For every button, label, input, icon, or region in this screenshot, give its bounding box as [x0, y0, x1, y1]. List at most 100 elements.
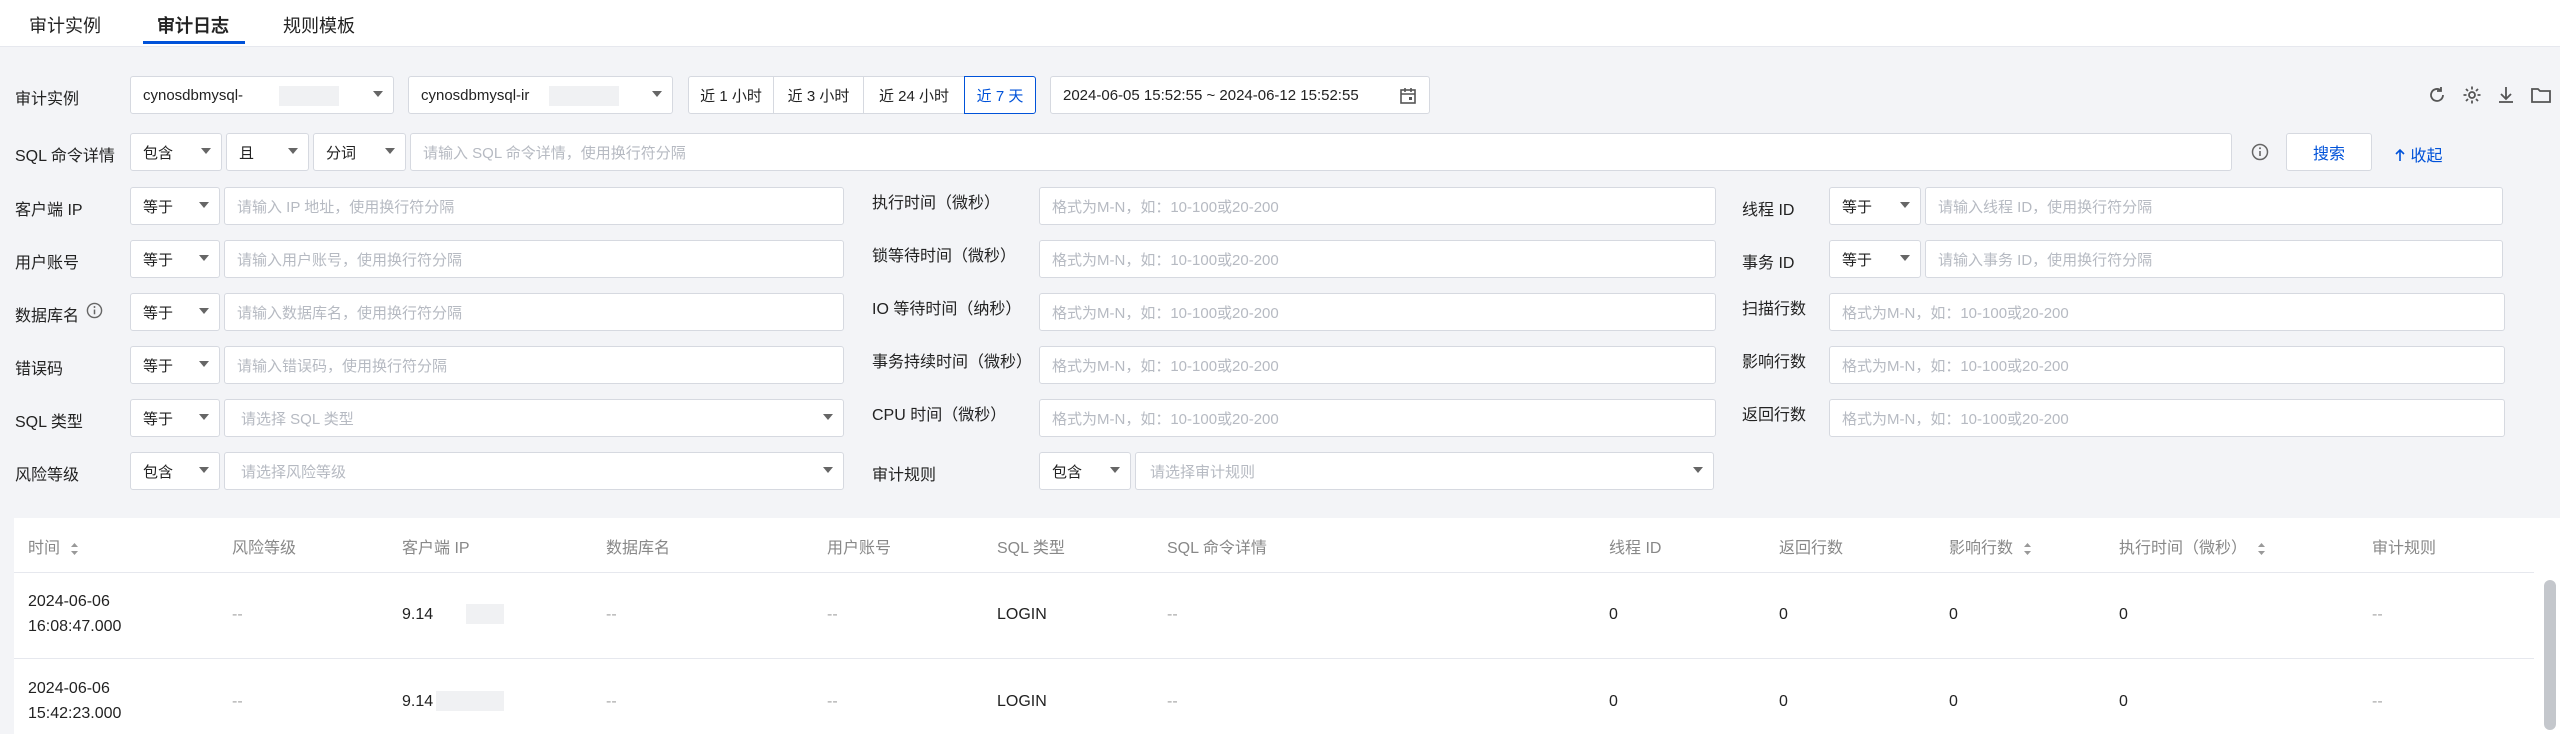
- chevron-down-icon: [385, 148, 395, 154]
- sql-type-select[interactable]: 请选择 SQL 类型: [224, 399, 844, 437]
- column-header-sql-type: SQL 类型: [997, 540, 1065, 557]
- cell-exec-time: 0: [2119, 693, 2128, 710]
- tab-audit-log[interactable]: 审计日志: [157, 12, 229, 38]
- chevron-down-icon: [199, 255, 209, 261]
- column-header-audit-rule: 审计规则: [2372, 540, 2437, 557]
- chevron-down-icon: [373, 91, 383, 97]
- placeholder: 请输入 IP 地址，使用换行符分隔: [237, 198, 455, 216]
- placeholder: 请输入事务 ID，使用换行符分隔: [1938, 251, 2153, 269]
- table-scrollbar[interactable]: [2544, 580, 2556, 730]
- client-ip-op-select[interactable]: 等于: [130, 187, 220, 225]
- tx-duration-input[interactable]: 格式为M-N，如：10-100或20-200: [1039, 346, 1716, 384]
- time-range-1h[interactable]: 近 1 小时: [688, 76, 774, 114]
- cell-ip: 9.14: [402, 606, 434, 623]
- info-icon[interactable]: [86, 302, 103, 319]
- time-range-3h[interactable]: 近 3 小时: [773, 76, 864, 114]
- cell-database: --: [606, 606, 617, 623]
- risk-level-select[interactable]: 请选择风险等级: [224, 452, 844, 490]
- database-name-input[interactable]: 请输入数据库名，使用换行符分隔: [224, 293, 844, 331]
- tab-rule-template[interactable]: 规则模板: [283, 12, 355, 38]
- instance-select-2[interactable]: cynosdbmysql-ir: [408, 76, 673, 114]
- chevron-down-icon: [199, 202, 209, 208]
- sql-op3-select[interactable]: 分词: [313, 133, 406, 171]
- op-value: 等于: [143, 251, 174, 269]
- placeholder: 格式为M-N，如：10-100或20-200: [1052, 357, 1279, 375]
- error-code-op-select[interactable]: 等于: [130, 346, 220, 384]
- sql-op2-select[interactable]: 且: [226, 133, 309, 171]
- cell-date: 2024-06-06: [28, 680, 110, 697]
- exec-time-input[interactable]: 格式为M-N，如：10-100或20-200: [1039, 187, 1716, 225]
- sort-icon[interactable]: [70, 542, 79, 556]
- risk-level-op-select[interactable]: 包含: [130, 452, 220, 490]
- cpu-time-input[interactable]: 格式为M-N，如：10-100或20-200: [1039, 399, 1716, 437]
- error-code-input[interactable]: 请输入错误码，使用换行符分隔: [224, 346, 844, 384]
- download-icon[interactable]: [2496, 85, 2516, 105]
- chevron-down-icon: [823, 414, 833, 420]
- tab-audit-instance[interactable]: 审计实例: [29, 12, 101, 38]
- cell-thread-id: 0: [1609, 693, 1618, 710]
- io-wait-input[interactable]: 格式为M-N，如：10-100或20-200: [1039, 293, 1716, 331]
- chevron-down-icon: [199, 414, 209, 420]
- affected-rows-input[interactable]: 格式为M-N，如：10-100或20-200: [1829, 346, 2505, 384]
- header-label: 影响行数: [1949, 540, 2014, 557]
- chevron-down-icon: [199, 308, 209, 314]
- cell-audit-rule: --: [2372, 606, 2383, 623]
- audit-log-table: 时间 风险等级 客户端 IP 数据库名 用户账号 SQL 类型 SQL 命令详情…: [14, 518, 2560, 734]
- op-value: 等于: [143, 410, 174, 428]
- header-label: 执行时间（微秒）: [2119, 540, 2248, 557]
- info-icon[interactable]: [2251, 143, 2269, 161]
- scan-rows-input[interactable]: 格式为M-N，如：10-100或20-200: [1829, 293, 2505, 331]
- time-range-24h[interactable]: 近 24 小时: [863, 76, 965, 114]
- lock-wait-input[interactable]: 格式为M-N，如：10-100或20-200: [1039, 240, 1716, 278]
- placeholder: 请选择审计规则: [1150, 463, 1256, 481]
- returned-rows-input[interactable]: 格式为M-N，如：10-100或20-200: [1829, 399, 2505, 437]
- column-header-user: 用户账号: [827, 540, 892, 557]
- sql-type-label: SQL 类型: [15, 414, 83, 431]
- op-value: 等于: [143, 198, 174, 216]
- search-button[interactable]: 搜索: [2286, 133, 2372, 171]
- sort-icon[interactable]: [2023, 542, 2032, 556]
- settings-icon[interactable]: [2462, 85, 2482, 105]
- refresh-icon[interactable]: [2427, 85, 2447, 105]
- placeholder: 格式为M-N，如：10-100或20-200: [1052, 251, 1279, 269]
- user-account-op-select[interactable]: 等于: [130, 240, 220, 278]
- redacted-region: [436, 691, 504, 711]
- chevron-down-icon: [652, 91, 662, 97]
- thread-id-input[interactable]: 请输入线程 ID，使用换行符分隔: [1925, 187, 2503, 225]
- column-header-sql-detail: SQL 命令详情: [1167, 540, 1267, 557]
- collapse-link[interactable]: 收起: [2394, 142, 2442, 166]
- thread-id-op-select[interactable]: 等于: [1829, 187, 1921, 225]
- user-account-input[interactable]: 请输入用户账号，使用换行符分隔: [224, 240, 844, 278]
- chevron-down-icon: [288, 148, 298, 154]
- sql-op1-select[interactable]: 包含: [130, 133, 222, 171]
- sql-op3-value: 分词: [326, 144, 357, 162]
- active-tab-indicator: [143, 41, 245, 44]
- database-name-op-select[interactable]: 等于: [130, 293, 220, 331]
- sort-icon[interactable]: [2257, 542, 2266, 556]
- redacted-region: [549, 86, 619, 106]
- column-header-time[interactable]: 时间: [28, 534, 79, 558]
- header-label: 时间: [28, 540, 61, 557]
- audit-rule-op-select[interactable]: 包含: [1039, 452, 1131, 490]
- chevron-down-icon: [1110, 467, 1120, 473]
- op-value: 包含: [1052, 463, 1083, 481]
- placeholder: 格式为M-N，如：10-100或20-200: [1842, 357, 2069, 375]
- instance-select-1[interactable]: cynosdbmysql-: [130, 76, 394, 114]
- time-range-7d[interactable]: 近 7 天: [964, 76, 1036, 114]
- risk-level-label: 风险等级: [15, 467, 80, 484]
- sql-type-op-select[interactable]: 等于: [130, 399, 220, 437]
- client-ip-input[interactable]: 请输入 IP 地址，使用换行符分隔: [224, 187, 844, 225]
- date-range-value: 2024-06-05 15:52:55 ~ 2024-06-12 15:52:5…: [1063, 86, 1359, 104]
- date-range-picker[interactable]: 2024-06-05 15:52:55 ~ 2024-06-12 15:52:5…: [1050, 76, 1430, 114]
- chevron-down-icon: [1900, 255, 1910, 261]
- tx-id-input[interactable]: 请输入事务 ID，使用换行符分隔: [1925, 240, 2503, 278]
- column-header-affected-rows[interactable]: 影响行数: [1949, 534, 2032, 558]
- column-header-exec-time[interactable]: 执行时间（微秒）: [2119, 534, 2266, 558]
- sql-detail-input[interactable]: 请输入 SQL 命令详情，使用换行符分隔: [410, 133, 2232, 171]
- tx-id-op-select[interactable]: 等于: [1829, 240, 1921, 278]
- audit-rule-select[interactable]: 请选择审计规则: [1135, 452, 1714, 490]
- folder-icon[interactable]: [2530, 85, 2552, 105]
- op-value: 等于: [143, 357, 174, 375]
- chevron-down-icon: [199, 361, 209, 367]
- client-ip-label: 客户端 IP: [15, 202, 83, 219]
